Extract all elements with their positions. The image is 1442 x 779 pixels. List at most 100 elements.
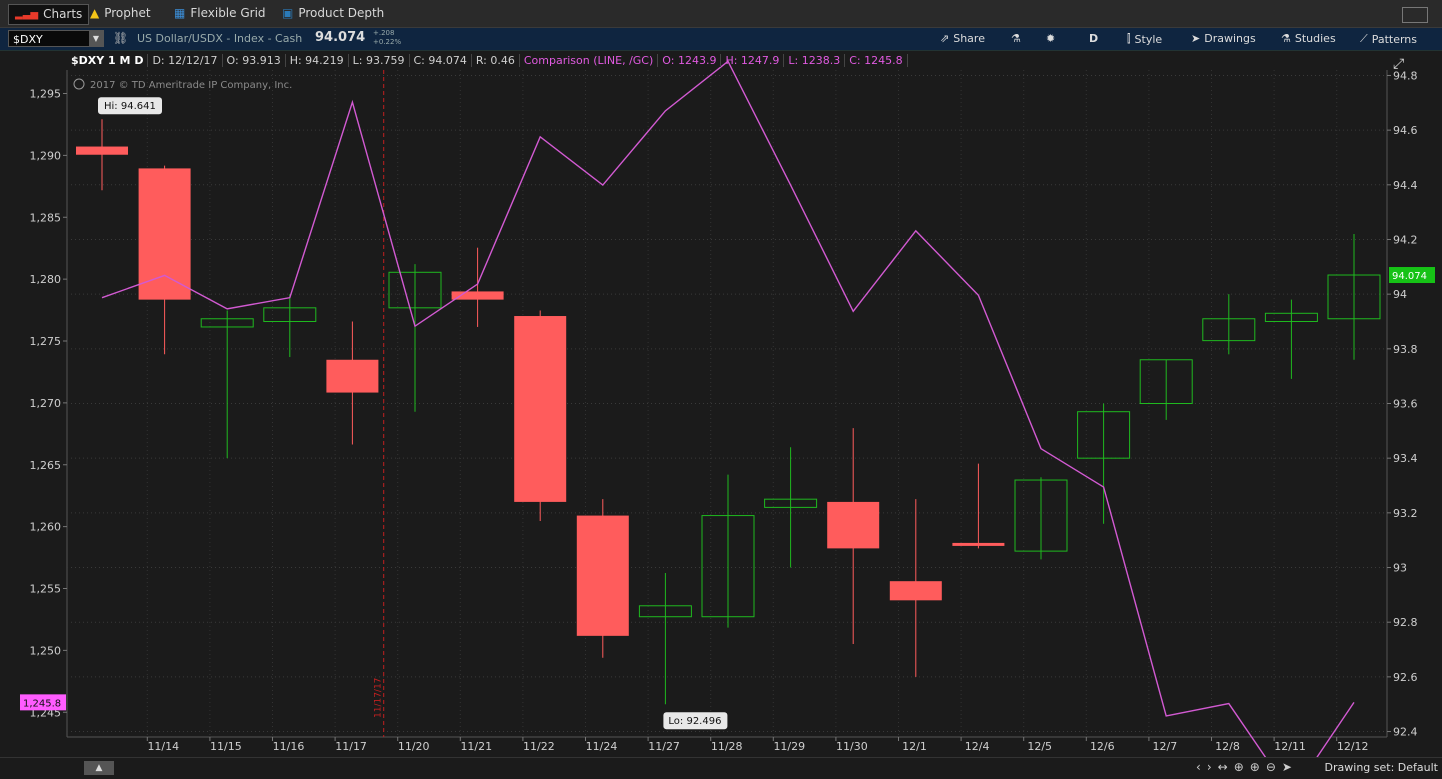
link-icon[interactable]: ⛓ <box>113 31 128 45</box>
flask-icon[interactable]: ⚗ <box>1011 32 1021 45</box>
window-maximize-button[interactable] <box>1402 7 1428 23</box>
candle-body-down <box>514 316 567 502</box>
left-tick-label: 1,255 <box>30 583 62 596</box>
x-tick-label: 11/27 <box>648 740 680 753</box>
style-button[interactable]: ⫿ Style <box>1127 32 1162 46</box>
price-chart[interactable]: 11/17/17 1,295 1,290 1,285 1,280 1,275 1,270 1… <box>0 51 1442 757</box>
left-tick-label: 1,270 <box>30 397 62 410</box>
right-tick-label: 92.4 <box>1393 726 1418 739</box>
left-tick-label: 1,290 <box>30 149 62 162</box>
chart-symbol-label: $DXY 1 M D <box>67 53 149 67</box>
right-tick-label: 93.2 <box>1393 507 1418 520</box>
drawings-button[interactable]: ➤ Drawings <box>1191 32 1256 45</box>
symbol-value: $DXY <box>13 33 43 46</box>
patterns-button[interactable]: ⟋ Patterns <box>1360 32 1417 46</box>
right-tick-label: 92.8 <box>1393 616 1418 629</box>
top-tab-bar: ▂▃▅ Charts ▲ Prophet ▦ Flexible Grid ▣ P… <box>0 0 1442 28</box>
drawing-set-label[interactable]: Drawing set: Default <box>1325 761 1438 774</box>
right-tick-label: 92.6 <box>1393 671 1418 684</box>
chart-nav-controls: ‹ › ↔ ⊕ ⊕ ⊖ ➤ <box>1196 760 1292 774</box>
left-tick-label: 1,260 <box>30 521 62 534</box>
x-tick-label: 11/21 <box>460 740 492 753</box>
tab-product-depth[interactable]: ▣ Product Depth <box>282 4 384 23</box>
x-tick-label: 12/6 <box>1090 740 1115 753</box>
zoom-in-icon[interactable]: ⊕ <box>1250 760 1260 774</box>
x-tick-label: 11/14 <box>147 740 179 753</box>
candle-body-down <box>76 146 128 155</box>
comparison-low: L: 1238.3 <box>784 53 846 67</box>
x-tick-label: 11/24 <box>586 740 618 753</box>
x-tick-label: 11/28 <box>711 740 743 753</box>
high-label: Hi: 94.641 <box>104 101 156 112</box>
x-tick-label: 12/11 <box>1274 740 1306 753</box>
right-tick-label: 94.2 <box>1393 233 1418 246</box>
beaker-icon: ⚗ <box>1281 32 1291 45</box>
candle-body-down <box>889 581 942 601</box>
collapse-button[interactable]: ▲ <box>84 761 114 775</box>
right-tick-label: 93.4 <box>1393 452 1418 465</box>
settings-gear-icon[interactable]: ✹ <box>1046 32 1055 45</box>
right-tick-label: 94.4 <box>1393 179 1418 192</box>
marker-date-label: 11/17/17 <box>374 678 384 718</box>
x-tick-label: 12/8 <box>1215 740 1240 753</box>
x-tick-label: 12/12 <box>1337 740 1369 753</box>
candle-body-down <box>827 501 880 549</box>
right-tick-label: 94 <box>1393 288 1407 301</box>
warning-icon: ▲ <box>90 6 100 20</box>
tab-label: Flexible Grid <box>190 6 266 20</box>
left-tick-label: 1,295 <box>30 88 62 101</box>
drawings-label: Drawings <box>1204 32 1256 45</box>
share-button[interactable]: ⇗ Share <box>940 32 985 45</box>
scroll-right-icon[interactable]: › <box>1207 760 1212 774</box>
comparison-close: C: 1245.8 <box>845 53 908 67</box>
x-tick-label: 11/17 <box>335 740 367 753</box>
low-label: Lo: 92.496 <box>668 716 721 727</box>
pattern-tool-icon[interactable]: ⤢ <box>1393 56 1404 72</box>
tab-flexible-grid[interactable]: ▦ Flexible Grid <box>174 4 266 23</box>
grid-icon: ▦ <box>174 6 186 20</box>
chart-background <box>0 51 1442 757</box>
tab-label: Charts <box>43 7 83 21</box>
crosshair-icon[interactable]: ⊕ <box>1234 760 1244 774</box>
x-tick-label: 11/30 <box>836 740 868 753</box>
right-tick-label: 93.8 <box>1393 343 1418 356</box>
candle-body-down <box>576 515 629 636</box>
copyright-notice: 2017 © TD Ameritrade IP Company, Inc. <box>73 78 292 91</box>
patterns-label: Patterns <box>1371 32 1418 46</box>
cursor-icon: ➤ <box>1191 32 1201 45</box>
candle-style-icon: ⫿ <box>1127 32 1131 45</box>
tab-prophet[interactable]: ▲ Prophet <box>90 4 151 23</box>
zoom-out-icon[interactable]: ⊖ <box>1266 760 1276 774</box>
x-tick-label: 11/22 <box>523 740 555 753</box>
chart-info-bar: $DXY 1 M D D: 12/12/17 O: 93.913 H: 94.2… <box>67 51 908 69</box>
chart-toolbar: $DXY ▼ ⛓ US Dollar/USDX - Index - Cash 9… <box>0 28 1442 51</box>
copyright-text: 2017 © TD Ameritrade IP Company, Inc. <box>90 80 292 91</box>
chevron-down-icon[interactable]: ▼ <box>89 31 103 46</box>
candle-body-down <box>138 168 191 300</box>
bar-chart-icon: ▂▃▅ <box>15 9 39 20</box>
tab-charts[interactable]: ▂▃▅ Charts <box>8 4 90 25</box>
symbol-description: US Dollar/USDX - Index - Cash <box>137 32 303 45</box>
change-value: +.208 <box>373 29 395 37</box>
right-tick-label: 93 <box>1393 562 1407 575</box>
scroll-left-icon[interactable]: ‹ <box>1196 760 1201 774</box>
studies-label: Studies <box>1294 32 1336 45</box>
x-tick-label: 11/15 <box>210 740 242 753</box>
left-tick-label: 1,275 <box>30 335 62 348</box>
aggregation-label: D <box>1089 32 1099 45</box>
patterns-icon: ⟋ <box>1360 32 1368 45</box>
share-label: Share <box>953 32 985 45</box>
x-tick-label: 12/1 <box>902 740 927 753</box>
left-tick-label: 1,265 <box>30 459 62 472</box>
comparison-label[interactable]: Comparison (LINE, /GC) <box>520 53 659 67</box>
right-tick-label: 93.6 <box>1393 398 1418 411</box>
cursor-icon[interactable]: ➤ <box>1282 760 1292 774</box>
tab-label: Product Depth <box>298 6 385 20</box>
symbol-input[interactable]: $DXY ▼ <box>8 30 104 47</box>
pan-icon[interactable]: ↔ <box>1218 760 1228 774</box>
x-tick-label: 12/7 <box>1153 740 1178 753</box>
studies-button[interactable]: ⚗ Studies <box>1281 32 1336 45</box>
depth-icon: ▣ <box>282 6 294 20</box>
last-price-tag: 94.074 <box>1392 271 1427 282</box>
aggregation-button[interactable]: D <box>1089 32 1098 45</box>
